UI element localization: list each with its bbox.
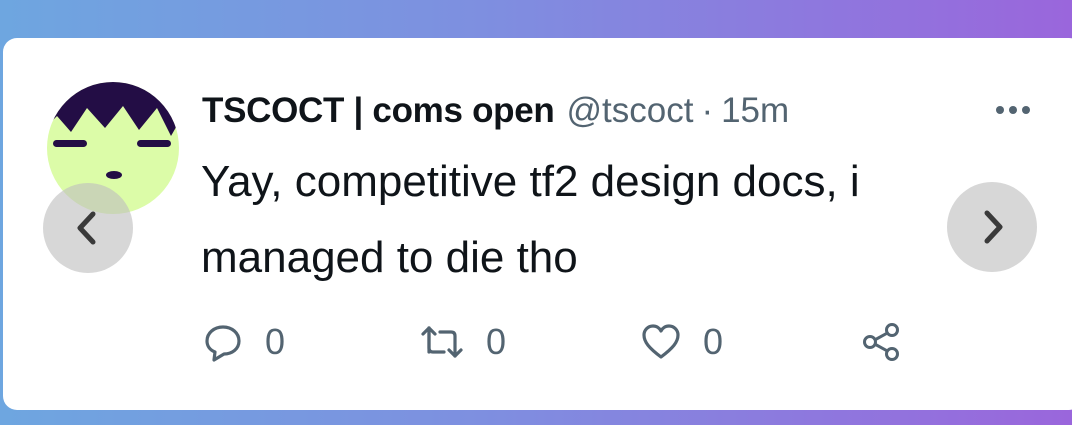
- user-handle[interactable]: @tscoct: [566, 91, 693, 131]
- tweet-actions: 0 0 0: [0, 318, 1072, 366]
- share-button[interactable]: [861, 318, 903, 366]
- timestamp[interactable]: 15m: [721, 91, 789, 131]
- like-count: 0: [703, 321, 724, 362]
- chevron-left-icon: [77, 211, 96, 245]
- display-name[interactable]: TSCOCT | coms open: [202, 91, 555, 131]
- share-icon: [861, 322, 903, 362]
- retweet-button[interactable]: 0: [420, 318, 506, 366]
- chevron-right-icon: [984, 210, 1003, 244]
- tweet-header: TSCOCT | coms open @tscoct · 15m: [202, 88, 789, 134]
- retweet-icon: [420, 322, 464, 362]
- more-options-icon[interactable]: [992, 96, 1034, 124]
- separator-dot: ·: [701, 91, 714, 130]
- like-button[interactable]: 0: [641, 318, 723, 366]
- heart-icon: [641, 322, 681, 362]
- reply-icon: [203, 322, 243, 362]
- previous-button[interactable]: [43, 183, 133, 273]
- reply-count: 0: [265, 321, 286, 362]
- next-button[interactable]: [947, 182, 1037, 272]
- reply-button[interactable]: 0: [203, 318, 285, 366]
- tweet-text: Yay, competitive tf2 design docs, i mana…: [201, 157, 860, 282]
- retweet-count: 0: [486, 321, 507, 362]
